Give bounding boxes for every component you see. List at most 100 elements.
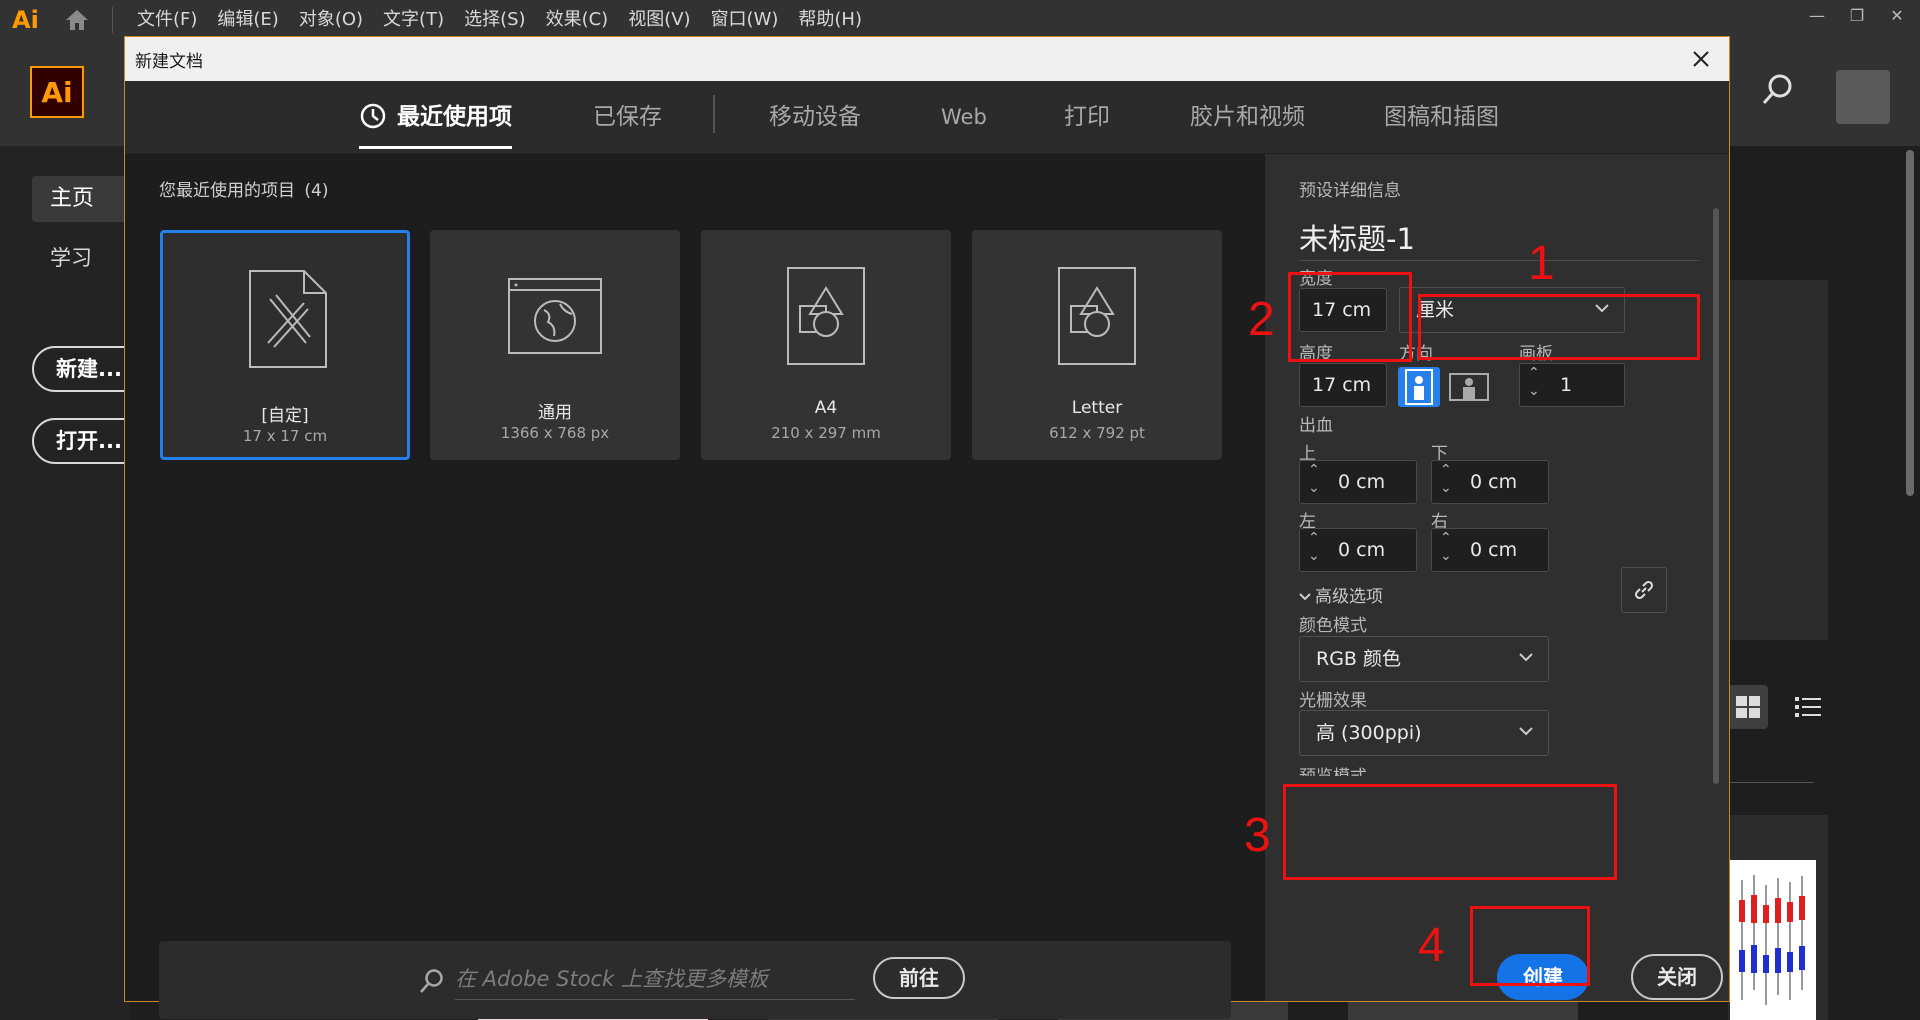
menu-bar: Ai 文件(F) 编辑(E) 对象(O) 文字(T) 选择(S) 效果(C) 视… (0, 0, 1920, 40)
dialog-title: 新建文档 (135, 52, 203, 72)
menu-select[interactable]: 选择(S) (454, 0, 535, 40)
close-button[interactable]: 关闭 (1631, 954, 1723, 1000)
bleed-right-stepper[interactable]: ⌃ ⌄ (1433, 528, 1461, 572)
tab-film-video[interactable]: 胶片和视频 (1190, 81, 1305, 153)
link-bleed-icon[interactable] (1621, 567, 1667, 613)
menu-separator (112, 7, 113, 33)
preset-card-letter[interactable]: Letter 612 x 792 pt (972, 230, 1222, 460)
print-doc-icon (787, 267, 865, 365)
card-name: Letter (1071, 398, 1123, 418)
color-mode-value: RGB 颜色 (1316, 648, 1401, 670)
menu-window[interactable]: 窗口(W) (701, 0, 789, 40)
card-name: 通用 (538, 403, 572, 423)
minimize-icon[interactable]: — (1804, 4, 1830, 26)
home-icon[interactable] (60, 3, 94, 37)
window-controls: — ❐ ✕ (1804, 4, 1910, 26)
menu-type[interactable]: 文字(T) (373, 0, 454, 40)
document-name-field[interactable]: 未标题-1 (1299, 216, 1699, 261)
card-name: [自定] (261, 406, 309, 426)
home-content-right (1728, 150, 1920, 1020)
preset-details-header: 预设详细信息 (1299, 181, 1401, 201)
bleed-left-stepper[interactable]: ⌃ ⌄ (1301, 528, 1329, 572)
annotation-number-1: 1 (1528, 237, 1555, 290)
annotation-number-4: 4 (1418, 919, 1445, 972)
illustrator-logo: Ai (30, 66, 84, 118)
menu-effect[interactable]: 效果(C) (536, 0, 619, 40)
background-panel (1728, 280, 1828, 640)
recent-presets-pane: 您最近使用的项目 (4) [自定] 17 x 17 cm 通用 1366 x 7… (125, 154, 1265, 1019)
preset-card-a4[interactable]: A4 210 x 297 mm (701, 230, 951, 460)
home-sidebar: 主页 学习 新建... 打开... (0, 146, 152, 1020)
dialog-close-icon[interactable] (1685, 43, 1717, 75)
tab-print[interactable]: 打印 (1064, 81, 1110, 153)
bleed-bottom-stepper[interactable]: ⌃ ⌄ (1433, 460, 1461, 504)
tab-recent-label: 最近使用项 (397, 104, 512, 130)
chevron-down-icon (1519, 727, 1533, 736)
advanced-options-label: 高级选项 (1315, 587, 1383, 607)
chevron-down-icon (1299, 593, 1311, 601)
go-button[interactable]: 前往 (873, 957, 965, 999)
card-size: 17 x 17 cm (242, 427, 328, 445)
annotation-box-3 (1283, 784, 1617, 880)
tab-mobile[interactable]: 移动设备 (769, 81, 861, 153)
restore-icon[interactable]: ❐ (1844, 4, 1870, 26)
advanced-options-toggle[interactable]: 高级选项 (1299, 582, 1383, 607)
adobe-stock-search: 在 Adobe Stock 上查找更多模板 前往 (159, 941, 1231, 1019)
preview-mode-label: 预览模式 (1299, 762, 1367, 776)
search-icon (420, 969, 443, 993)
annotation-number-2: 2 (1248, 293, 1275, 346)
card-size: 1366 x 768 px (500, 424, 610, 442)
tab-web[interactable]: Web (941, 81, 987, 153)
tab-saved[interactable]: 已保存 (593, 81, 662, 153)
tab-art-illustration[interactable]: 图稿和插图 (1384, 81, 1499, 153)
tab-recent[interactable]: 最近使用项 (359, 81, 512, 153)
raster-effects-value: 高 (300ppi) (1316, 722, 1422, 744)
grid-view-icon[interactable] (1728, 685, 1768, 729)
chart-thumbnail-image (1730, 860, 1816, 1020)
preset-card-general[interactable]: 通用 1366 x 768 px (430, 230, 680, 460)
search-icon[interactable] (1760, 72, 1800, 112)
menu-help[interactable]: 帮助(H) (788, 0, 872, 40)
bleed-top-stepper[interactable]: ⌃ ⌄ (1301, 460, 1329, 504)
avatar[interactable] (1836, 70, 1890, 124)
list-view-icon[interactable] (1788, 685, 1828, 729)
annotation-box-4 (1470, 906, 1590, 986)
card-size: 612 x 792 pt (1049, 424, 1145, 442)
preset-scrollbar[interactable] (1713, 208, 1719, 784)
recent-items-text: 您最近使用的项目 (159, 181, 295, 201)
portrait-orientation-icon[interactable] (1398, 367, 1440, 407)
annotation-box-1 (1418, 294, 1700, 360)
page-scrollbar[interactable] (1906, 150, 1914, 496)
menu-object[interactable]: 对象(O) (289, 0, 373, 40)
menu-edit[interactable]: 编辑(E) (207, 0, 288, 40)
app-mark: Ai (12, 6, 39, 34)
card-size: 210 x 297 mm (771, 424, 881, 442)
artboards-stepper[interactable]: ⌃ ⌄ (1521, 363, 1549, 407)
window-close-icon[interactable]: ✕ (1884, 4, 1910, 26)
raster-effects-label: 光栅效果 (1299, 691, 1367, 711)
web-doc-icon (508, 278, 602, 354)
thumbnail-strip[interactable] (1348, 1002, 1578, 1020)
annotation-number-3: 3 (1244, 809, 1271, 862)
dialog-titlebar: 新建文档 (125, 37, 1729, 81)
menu-file[interactable]: 文件(F) (127, 0, 207, 40)
menu-view[interactable]: 视图(V) (618, 0, 700, 40)
nav-learn[interactable]: 学习 (50, 242, 92, 272)
bleed-label: 出血 (1299, 416, 1333, 436)
stock-search-input[interactable]: 在 Adobe Stock 上查找更多模板 (455, 959, 855, 1000)
preset-tabs: 最近使用项 已保存 移动设备 Web 打印 胶片和视频 图稿和插图 (125, 81, 1729, 154)
chevron-down-icon (1519, 653, 1533, 662)
recent-items-count: (4) (304, 181, 329, 201)
print-doc-icon (1058, 267, 1136, 365)
divider (1728, 782, 1814, 783)
preset-card-custom[interactable]: [自定] 17 x 17 cm (160, 230, 410, 460)
color-mode-label: 颜色模式 (1299, 616, 1367, 636)
clock-icon (360, 103, 386, 128)
annotation-box-2 (1288, 272, 1412, 362)
color-mode-select[interactable]: RGB 颜色 (1299, 636, 1549, 682)
raster-effects-select[interactable]: 高 (300ppi) (1299, 710, 1549, 756)
tab-separator (713, 95, 715, 133)
landscape-orientation-icon[interactable] (1448, 367, 1490, 407)
height-field[interactable]: 17 cm (1299, 363, 1387, 407)
recent-items-label: 您最近使用的项目 (4) (159, 176, 329, 201)
